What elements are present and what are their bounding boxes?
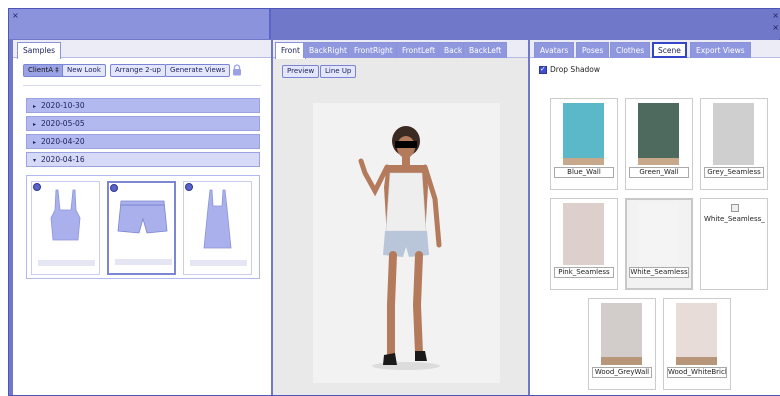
samples-tabstrip: Samples: [13, 40, 271, 59]
gallery-item-camisole[interactable]: [31, 181, 100, 275]
item-caption-placeholder: [115, 259, 172, 265]
tab-frontleft[interactable]: FrontLeft: [396, 42, 442, 58]
date-label: 2020-05-05: [41, 119, 85, 128]
scene-thumbnail: [713, 103, 754, 165]
dress-icon: [203, 189, 232, 249]
gallery-item-slip-dress[interactable]: [183, 181, 252, 275]
look-gallery: [26, 175, 260, 279]
expanded-arrow-icon: ▾: [33, 157, 37, 164]
scene-panel: Avatars Poses Clothes Scene Export Views…: [530, 40, 780, 395]
avatar-stage[interactable]: [313, 103, 500, 383]
gallery-item-shorts[interactable]: [107, 181, 176, 275]
scene-thumbnail: [638, 203, 679, 265]
camisole-icon: [50, 189, 81, 241]
tab-avatars[interactable]: Avatars: [534, 42, 575, 58]
collapsed-arrow-icon: ▸: [33, 103, 37, 110]
arrange-2up-button[interactable]: Arrange 2-up: [110, 64, 166, 77]
scene-wood-whitebrick[interactable]: Wood_WhiteBrick: [663, 298, 731, 390]
scene-label: Wood_WhiteBrick: [667, 367, 727, 378]
drop-shadow-label[interactable]: Drop Shadow: [550, 65, 600, 74]
tab-backleft[interactable]: BackLeft: [463, 42, 508, 58]
settings-tabstrip: Avatars Poses Clothes Scene Export Views: [530, 40, 780, 58]
avatar-model: [358, 126, 442, 370]
corner-close-icon[interactable]: ×: [772, 11, 779, 20]
samples-panel: Samples ClientA ‡ New Look Arrange 2-up …: [13, 40, 271, 395]
tab-front[interactable]: Front: [275, 42, 306, 59]
view-tabstrip: Front BackRight FrontRight FrontLeft Bac…: [273, 40, 528, 59]
item-caption-placeholder: [38, 260, 95, 266]
scene-label: Pink_Seamless: [554, 267, 614, 278]
tab-export-views[interactable]: Export Views: [690, 42, 751, 58]
corner-close-icon-2[interactable]: ×: [772, 23, 779, 32]
date-group-2020-10-30[interactable]: ▸ 2020-10-30: [26, 98, 260, 113]
scene-thumbnail: [563, 203, 604, 265]
scene-grey-seamless[interactable]: Grey_Seamless: [700, 98, 768, 190]
face-redaction-bar: [395, 141, 417, 148]
tab-scene[interactable]: Scene: [652, 42, 687, 58]
title-bar-left: ×: [9, 9, 271, 39]
date-group-2020-04-16[interactable]: ▾ 2020-04-16: [26, 152, 260, 167]
scene-green-wall[interactable]: Green_Wall: [625, 98, 693, 190]
new-look-button[interactable]: New Look: [62, 64, 106, 77]
scene-label: Green_Wall: [629, 167, 689, 178]
date-group-2020-05-05[interactable]: ▸ 2020-05-05: [26, 116, 260, 131]
preview-button[interactable]: Preview: [282, 65, 320, 78]
scene-white-seamless[interactable]: White_Seamless: [625, 198, 693, 290]
shorts-icon: [117, 200, 168, 234]
scene-pink-seamless[interactable]: Pink_Seamless: [550, 198, 618, 290]
app-window: × × × Samples ClientA ‡ New Look Arrange…: [8, 8, 780, 396]
date-label: 2020-04-16: [41, 155, 85, 164]
close-icon[interactable]: ×: [12, 11, 19, 20]
generate-views-button[interactable]: Generate Views: [165, 64, 231, 77]
date-label: 2020-10-30: [41, 101, 85, 110]
scene-wood-greywall[interactable]: Wood_GreyWall: [588, 298, 656, 390]
item-caption-placeholder: [190, 260, 247, 266]
client-select[interactable]: ClientA ‡: [23, 64, 64, 77]
collapsed-arrow-icon: ▸: [33, 121, 37, 128]
scene-label: Grey_Seamless: [704, 167, 764, 178]
drop-shadow-checkbox[interactable]: [539, 65, 547, 74]
date-label: 2020-04-20: [41, 137, 85, 146]
toolbar-divider: [23, 85, 261, 86]
view-panel: Front BackRight FrontRight FrontLeft Bac…: [273, 40, 528, 395]
lock-icon[interactable]: [232, 64, 242, 76]
broken-image-icon: [731, 204, 739, 212]
tab-backright[interactable]: BackRight: [303, 42, 353, 58]
tab-poses[interactable]: Poses: [576, 42, 610, 58]
tab-clothes[interactable]: Clothes: [610, 42, 651, 58]
scene-thumbnail: [676, 303, 717, 365]
tab-frontright[interactable]: FrontRight: [348, 42, 399, 58]
scene-blue-wall[interactable]: Blue_Wall: [550, 98, 618, 190]
tab-samples[interactable]: Samples: [17, 42, 62, 59]
date-group-2020-04-20[interactable]: ▸ 2020-04-20: [26, 134, 260, 149]
scene-thumbnail: [638, 103, 679, 165]
line-up-button[interactable]: Line Up: [320, 65, 357, 78]
scene-label: White_Seamless_: [704, 215, 765, 223]
collapsed-arrow-icon: ▸: [33, 139, 37, 146]
scene-label: Blue_Wall: [554, 167, 614, 178]
scene-thumbnail: [601, 303, 642, 365]
title-bar: × × ×: [9, 9, 780, 39]
scene-white-seamless-broken[interactable]: White_Seamless_: [700, 198, 768, 290]
scene-thumbnail: [563, 103, 604, 165]
scene-label: White_Seamless: [629, 267, 689, 278]
scene-label: Wood_GreyWall: [592, 367, 652, 378]
